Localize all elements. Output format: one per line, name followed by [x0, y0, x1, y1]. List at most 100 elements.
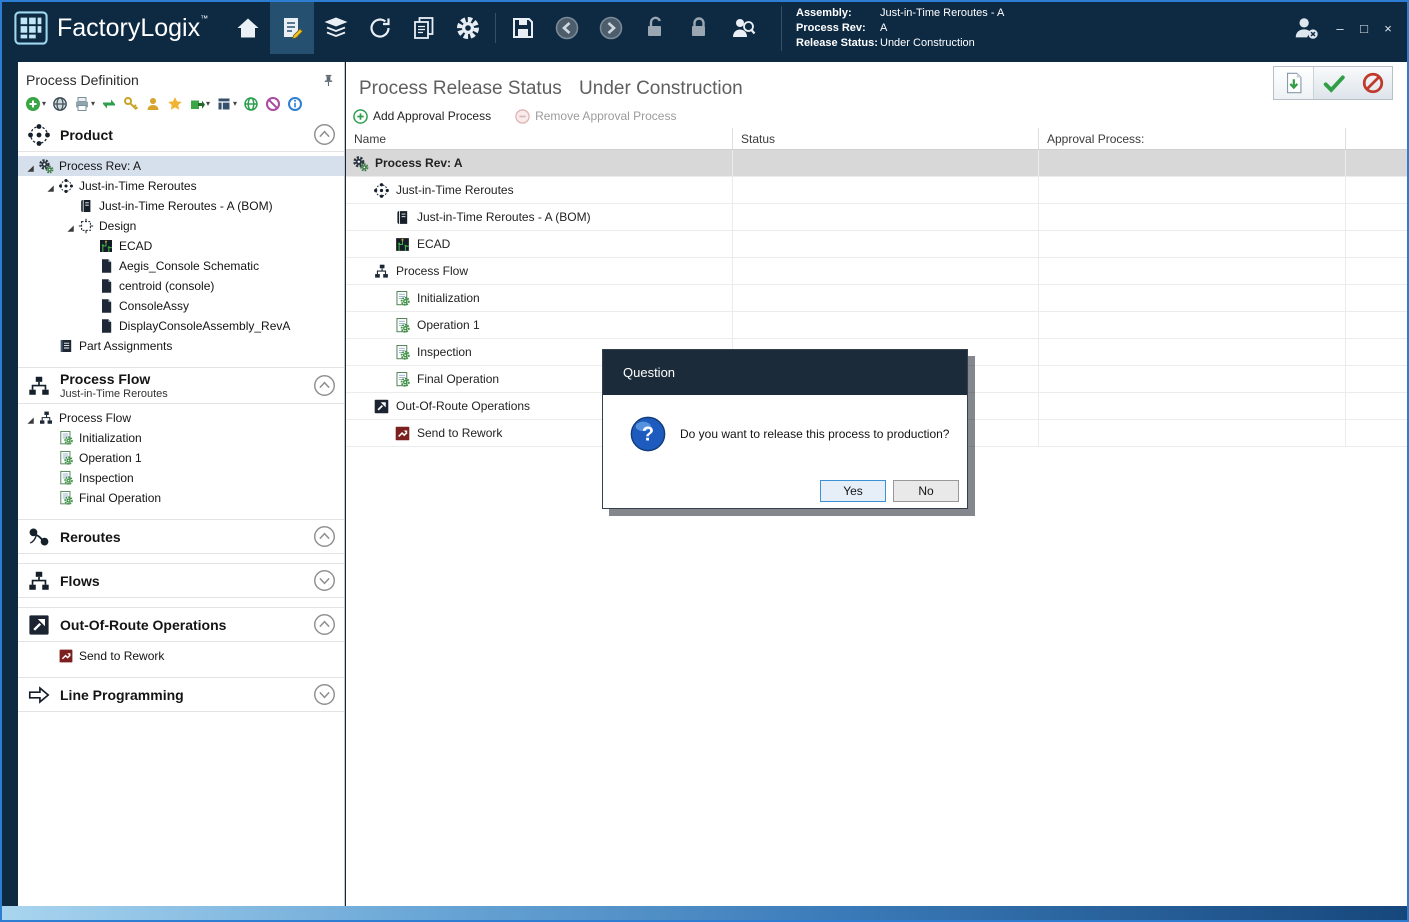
disable-tool-button[interactable]: [265, 96, 281, 112]
expand-section-button[interactable]: [313, 569, 336, 592]
table-row-operation-1[interactable]: Operation 1: [346, 312, 1407, 339]
forward-button[interactable]: [589, 2, 633, 54]
section-header-reroutes[interactable]: Reroutes: [18, 520, 344, 554]
home-button[interactable]: [226, 2, 270, 54]
expander-icon[interactable]: [66, 222, 75, 231]
add-item-tool-button[interactable]: ▾: [25, 96, 46, 112]
maximize-button[interactable]: □: [1353, 15, 1375, 41]
column-header-name[interactable]: Name: [346, 128, 733, 149]
info-tool-button[interactable]: [287, 96, 303, 112]
find-user-button[interactable]: [721, 2, 765, 54]
section-label: Out-Of-Route Operations: [60, 617, 226, 633]
star-tool-button[interactable]: [167, 96, 183, 112]
add-approval-process-button[interactable]: Add Approval Process: [353, 109, 491, 124]
row-name-label: Initialization: [417, 291, 480, 305]
section-header-process-flow[interactable]: Process FlowJust-in-Time Reroutes: [18, 368, 344, 404]
tree-item-operation-1[interactable]: Operation 1: [18, 448, 344, 468]
web-view-tool-button[interactable]: [52, 96, 68, 112]
collapse-section-button[interactable]: [313, 613, 336, 636]
operator-tool-button[interactable]: [145, 96, 161, 112]
operation-icon: [58, 430, 74, 446]
expander-icon: [86, 322, 95, 331]
export-tool-button[interactable]: ▾: [189, 96, 210, 112]
save-button[interactable]: [501, 2, 545, 54]
tree-item-initialization[interactable]: Initialization: [18, 428, 344, 448]
row-filler-cell: [1346, 150, 1407, 176]
minimize-button[interactable]: –: [1329, 15, 1351, 41]
back-button[interactable]: [545, 2, 589, 54]
expander-icon[interactable]: [26, 162, 35, 171]
section-header-out-of-route-operations[interactable]: Out-Of-Route Operations: [18, 608, 344, 642]
tree-item-design[interactable]: Design: [18, 216, 344, 236]
process-definition-button[interactable]: [270, 2, 314, 54]
column-header-status[interactable]: Status: [733, 128, 1039, 149]
section-header-line-programming[interactable]: Line Programming: [18, 678, 344, 712]
panel-header: Process Definition: [18, 62, 344, 94]
tree-item-final-operation[interactable]: Final Operation: [18, 488, 344, 508]
collapse-section-button[interactable]: [313, 123, 336, 146]
tree-item-displayconsoleassembly-reva[interactable]: DisplayConsoleAssembly_RevA: [18, 316, 344, 336]
close-button[interactable]: ×: [1377, 15, 1399, 41]
tree-item-process-flow[interactable]: Process Flow: [18, 408, 344, 428]
pin-button[interactable]: [320, 72, 336, 88]
tree-item-aegis-console-schematic[interactable]: Aegis_Console Schematic: [18, 256, 344, 276]
column-header-approval-process[interactable]: Approval Process:: [1039, 128, 1346, 149]
expander-icon[interactable]: [26, 414, 35, 423]
section-header-product[interactable]: Product: [18, 118, 344, 152]
table-row-just-in-time-reroutes-a-bom[interactable]: Just-in-Time Reroutes - A (BOM): [346, 204, 1407, 231]
table-row-process-flow[interactable]: Process Flow: [346, 258, 1407, 285]
tree-item-just-in-time-reroutes-a-bom[interactable]: Just-in-Time Reroutes - A (BOM): [18, 196, 344, 216]
assembly-label: Assembly:: [796, 6, 880, 21]
assembly-value: Just-in-Time Reroutes - A: [880, 6, 1004, 21]
approve-button[interactable]: [1314, 67, 1353, 99]
tree-item-centroid-console[interactable]: centroid (console): [18, 276, 344, 296]
lock-button[interactable]: [677, 2, 721, 54]
export-icon: [189, 96, 205, 112]
globe-tool-button[interactable]: [243, 96, 259, 112]
tree-item-process-rev-a[interactable]: Process Rev: A: [18, 156, 344, 176]
tree-item-just-in-time-reroutes[interactable]: Just-in-Time Reroutes: [18, 176, 344, 196]
template-tool-button[interactable]: ▾: [216, 96, 237, 112]
tree-item-part-assignments[interactable]: Part Assignments: [18, 336, 344, 356]
print-tool-button[interactable]: ▾: [74, 96, 95, 112]
expander-icon: [46, 494, 55, 503]
tree-item-send-to-rework[interactable]: Send to Rework: [18, 646, 344, 666]
production-button[interactable]: [358, 2, 402, 54]
yes-button[interactable]: Yes: [820, 480, 886, 502]
expander-icon: [46, 342, 55, 351]
remove-approval-process-button[interactable]: Remove Approval Process: [515, 109, 676, 124]
row-name-label: Just-in-Time Reroutes: [396, 183, 514, 197]
row-approval-cell: [1039, 312, 1346, 338]
table-row-process-rev-a[interactable]: Process Rev: A: [346, 150, 1407, 177]
section-header-flows[interactable]: Flows: [18, 564, 344, 598]
sync-tool-button[interactable]: [101, 96, 117, 112]
release-to-production-button[interactable]: [1274, 67, 1314, 99]
collapse-section-button[interactable]: [313, 374, 336, 397]
table-row-ecad[interactable]: ECAD: [346, 231, 1407, 258]
dialog-titlebar[interactable]: Question: [603, 350, 967, 395]
table-row-just-in-time-reroutes[interactable]: Just-in-Time Reroutes: [346, 177, 1407, 204]
collapse-section-button[interactable]: [313, 525, 336, 548]
tree-item-label: Send to Rework: [79, 649, 164, 663]
add-approval-process-label: Add Approval Process: [373, 109, 491, 123]
row-name-label: Operation 1: [417, 318, 480, 332]
materials-button[interactable]: [314, 2, 358, 54]
settings-gear-button[interactable]: [446, 2, 490, 54]
reject-button[interactable]: [1353, 67, 1392, 99]
table-row-initialization[interactable]: Initialization: [346, 285, 1407, 312]
tree-item-consoleassy[interactable]: ConsoleAssy: [18, 296, 344, 316]
row-filler-cell: [1346, 177, 1407, 203]
expander-icon[interactable]: [46, 182, 55, 191]
tree-item-label: Inspection: [79, 471, 134, 485]
key-tool-button[interactable]: [123, 96, 139, 112]
no-button[interactable]: No: [893, 480, 959, 502]
tree-item-inspection[interactable]: Inspection: [18, 468, 344, 488]
unlock-button[interactable]: [633, 2, 677, 54]
expand-section-button[interactable]: [313, 683, 336, 706]
documents-button[interactable]: [402, 2, 446, 54]
section-titles: Flows: [60, 573, 100, 589]
tree-item-ecad[interactable]: ECAD: [18, 236, 344, 256]
user-account-button[interactable]: [1285, 7, 1327, 49]
row-approval-cell: [1039, 339, 1346, 365]
gears-icon: [38, 158, 54, 174]
